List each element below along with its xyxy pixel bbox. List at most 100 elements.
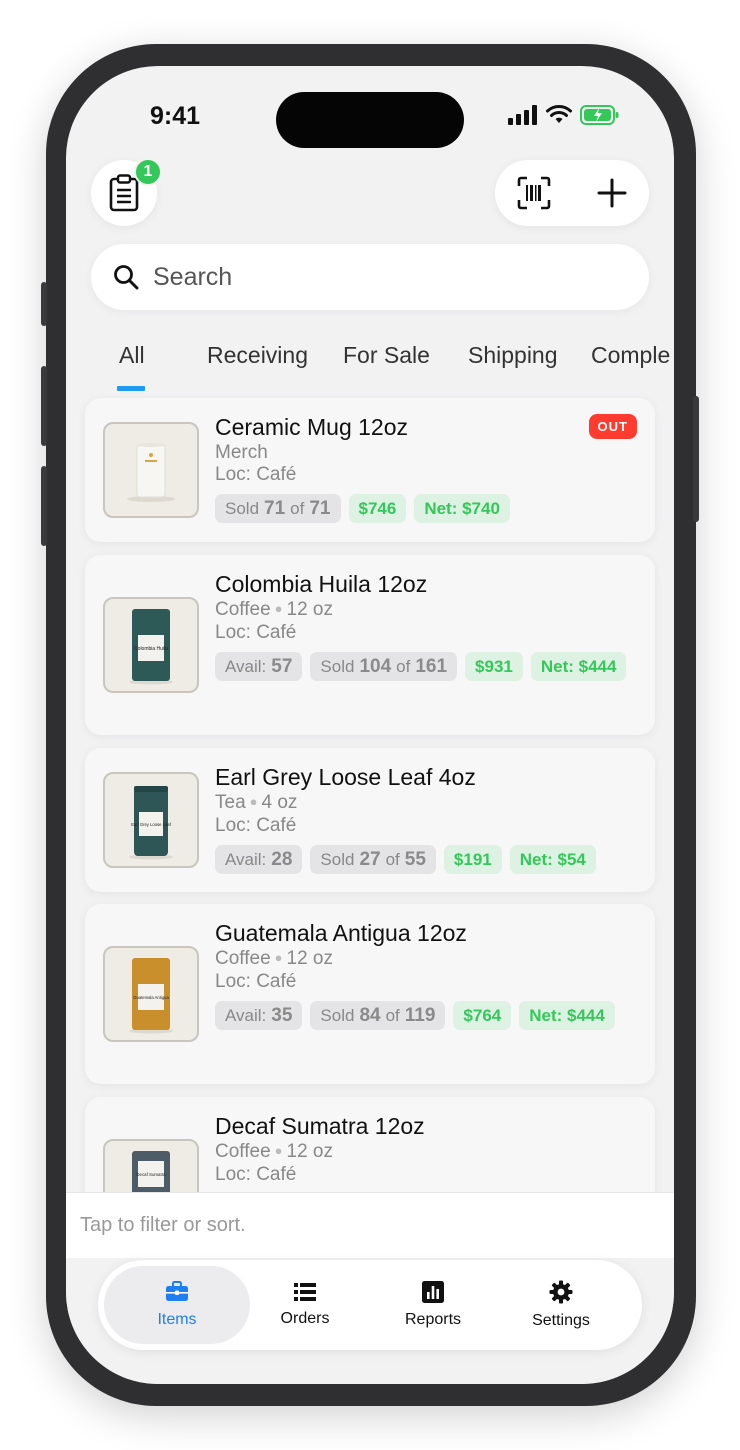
sold-value: 84 — [359, 1004, 381, 1026]
category-text: Coffee — [215, 1141, 271, 1162]
avail-value: 35 — [271, 1004, 293, 1026]
tab-bar-items-label: Items — [157, 1311, 197, 1328]
gear-icon — [549, 1280, 573, 1304]
sold-of: of — [396, 656, 411, 676]
sold-of: of — [290, 498, 305, 518]
size-text: 12 oz — [286, 948, 333, 969]
sold-value: 104 — [359, 655, 392, 677]
clipboard-count-badge: 1 — [134, 158, 162, 186]
item-name: Decaf Sumatra 12oz — [215, 1113, 425, 1139]
net-chip: Net: $54 — [509, 845, 596, 874]
barcode-scan-button[interactable] — [517, 176, 551, 210]
tab-bar-items[interactable]: Items — [104, 1266, 250, 1344]
item-location: Loc: Café — [215, 815, 297, 836]
briefcase-icon — [166, 1281, 188, 1301]
sold-of: of — [385, 849, 400, 869]
avail-label: Avail: — [225, 1005, 267, 1025]
size-text: 4 oz — [261, 792, 298, 813]
item-location: Loc: Café — [215, 1164, 297, 1185]
tab-bar: Items Orders Reports Settings — [98, 1260, 642, 1350]
bag-label-text: Decaf Sumatra — [136, 1172, 166, 1177]
tab-completed[interactable]: Comple — [591, 342, 670, 369]
sold-total: 71 — [309, 497, 331, 519]
tab-bar-settings[interactable]: Settings — [488, 1266, 634, 1344]
item-info: Decaf Sumatra 12oz Coffee ● 12 oz Loc: Caf… — [215, 1111, 639, 1186]
list-item[interactable]: Earl Grey Loose Leaf Earl Grey Loose Lea… — [85, 748, 655, 892]
sold-label: Sold — [320, 656, 355, 676]
coffee-bag-image-icon: Guatemala Antigua — [129, 958, 173, 1034]
product-thumbnail: Guatemala Antigua — [103, 946, 199, 1042]
sold-chip: Sold 27 of 55 — [310, 845, 436, 874]
avail-chip: Avail: 35 — [215, 1001, 303, 1030]
item-stats: Avail: 35 Sold 84 of 119 $764 Net: $444 — [215, 1001, 639, 1030]
filter-sort-bar[interactable]: Tap to filter or sort. — [66, 1192, 674, 1258]
category-text: Tea — [215, 792, 246, 813]
item-name: Guatemala Antigua 12oz — [215, 920, 467, 946]
avail-chip: Avail: 57 — [215, 652, 303, 681]
item-name: Earl Grey Loose Leaf 4oz — [215, 764, 476, 790]
header-actions — [495, 160, 649, 226]
item-name: Colombia Huila 12oz — [215, 571, 428, 597]
volume-up-button — [41, 366, 47, 446]
category-text: Coffee — [215, 599, 271, 620]
revenue-chip: $191 — [443, 845, 502, 874]
active-tab-indicator — [117, 386, 145, 391]
wifi-icon — [546, 105, 572, 123]
list-item[interactable]: Ceramic Mug 12oz Merch Loc: Café Sold 71… — [85, 398, 655, 542]
product-thumbnail — [103, 422, 199, 518]
separator-dot: ● — [274, 1143, 283, 1158]
sold-of: of — [385, 1005, 400, 1025]
sold-label: Sold — [320, 849, 355, 869]
item-location: Loc: Café — [215, 464, 297, 485]
item-name: Ceramic Mug 12oz — [215, 414, 409, 440]
size-text: 12 oz — [286, 1141, 333, 1162]
tab-for-sale[interactable]: For Sale — [343, 342, 430, 369]
status-time: 9:41 — [150, 102, 201, 130]
item-stats: Avail: 57 Sold 104 of 161 $931 Net: $444 — [215, 652, 639, 681]
sold-value: 71 — [264, 497, 286, 519]
net-chip: Net: $444 — [519, 1001, 615, 1030]
side-button — [41, 282, 47, 326]
bag-label-text: Guatemala Antigua — [133, 995, 169, 1000]
tea-tin-image-icon: Earl Grey Loose Leaf — [129, 786, 173, 860]
item-info: Colombia Huila 12oz Coffee ● 12 oz Loc: Ca… — [215, 569, 639, 681]
tab-bar-reports[interactable]: Reports — [360, 1266, 506, 1344]
product-thumbnail: Earl Grey Loose Leaf — [103, 772, 199, 868]
battery-charging-icon — [580, 105, 619, 125]
tab-bar-orders-label: Orders — [280, 1310, 330, 1327]
category-text: Merch — [215, 442, 268, 463]
tab-bar-area: Items Orders Reports Settings — [66, 1258, 674, 1384]
add-item-button[interactable] — [597, 178, 627, 208]
sold-total: 55 — [404, 848, 426, 870]
item-stats: Avail: 28 Sold 27 of 55 $191 Net: $54 — [215, 845, 639, 874]
list-item[interactable]: Guatemala Antigua Guatemala Antigua 12oz… — [85, 904, 655, 1084]
item-info: Earl Grey Loose Leaf 4oz Tea ● 4 oz Loc: C… — [215, 762, 639, 874]
tab-bar-settings-label: Settings — [532, 1312, 590, 1329]
status-icons — [508, 104, 620, 126]
item-category: Tea ● 4 oz — [215, 792, 639, 815]
sold-chip: Sold 84 of 119 — [310, 1001, 446, 1030]
avail-label: Avail: — [225, 656, 267, 676]
avail-value: 28 — [271, 848, 293, 870]
item-category: Coffee ● 12 oz — [215, 1141, 639, 1164]
tab-bar-orders[interactable]: Orders — [232, 1266, 378, 1344]
item-stats: Sold 71 of 71 $746 Net: $740 — [215, 494, 639, 523]
avail-value: 57 — [271, 655, 293, 677]
separator-dot: ● — [274, 601, 283, 616]
avail-chip: Avail: 28 — [215, 845, 303, 874]
plus-icon — [597, 178, 627, 208]
item-category: Merch — [215, 442, 639, 464]
separator-dot: ● — [274, 950, 283, 965]
revenue-chip: $746 — [348, 494, 407, 523]
mug-image-icon — [127, 443, 175, 502]
list-item[interactable]: Colombia Huila Colombia Huila 12oz Coffe… — [85, 555, 655, 735]
status-tabs: All Receiving For Sale Shipping Comple — [66, 342, 674, 392]
tab-all[interactable]: All — [119, 342, 145, 369]
item-category: Coffee ● 12 oz — [215, 948, 639, 971]
avail-label: Avail: — [225, 849, 267, 869]
product-thumbnail: Colombia Huila — [103, 597, 199, 693]
tab-shipping[interactable]: Shipping — [468, 342, 558, 369]
search-input[interactable]: Search — [91, 244, 649, 310]
sold-label: Sold — [225, 498, 260, 518]
tab-receiving[interactable]: Receiving — [207, 342, 308, 369]
